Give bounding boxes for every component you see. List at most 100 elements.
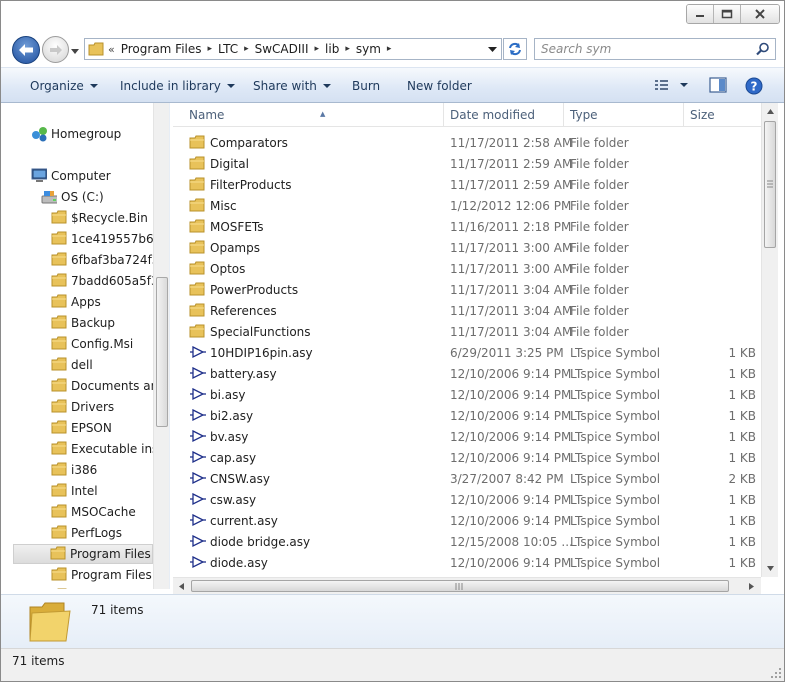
table-row[interactable]: battery.asy 12/10/2006 9:14 PM LTspice Sym…: [173, 364, 761, 385]
include-in-library-menu[interactable]: Include in library: [120, 79, 235, 93]
hscroll-thumb[interactable]: [191, 580, 729, 592]
nav-folder-item[interactable]: Program Files (: [51, 565, 160, 585]
share-with-menu[interactable]: Share with: [253, 79, 331, 93]
nav-folder-item[interactable]: i386: [51, 460, 97, 480]
minimize-button[interactable]: [687, 5, 714, 23]
breadcrumb-separator-icon[interactable]: ▸: [345, 44, 350, 54]
table-row[interactable]: Comparators 11/17/2011 2:58 AM File folder: [173, 133, 761, 154]
table-row[interactable]: 10HDIP16pin.asy 6/29/2011 3:25 PM LTspice …: [173, 343, 761, 364]
breadcrumb-separator-icon[interactable]: ▸: [315, 44, 320, 54]
breadcrumb-overflow[interactable]: «: [108, 43, 115, 56]
breadcrumb-sym[interactable]: sym: [356, 42, 381, 56]
scroll-left-button[interactable]: [173, 578, 190, 594]
file-size: 1 KB: [728, 409, 756, 423]
table-row[interactable]: Digital 11/17/2011 2:59 AM File folder: [173, 154, 761, 175]
table-row[interactable]: bi2.asy 12/10/2006 9:14 PM LTspice Symbol 1…: [173, 406, 761, 427]
nav-drive-c[interactable]: OS (C:): [41, 187, 104, 207]
table-row[interactable]: current.asy 12/10/2006 9:14 PM LTspice Sym…: [173, 511, 761, 532]
organize-menu[interactable]: Organize: [30, 79, 98, 93]
nav-folder-item[interactable]: EPSON: [51, 418, 112, 438]
nav-folder-item[interactable]: Backup: [51, 313, 115, 333]
nav-folder-item[interactable]: Config.Msi: [51, 334, 133, 354]
file-type: File folder: [570, 136, 629, 150]
search-input[interactable]: [535, 39, 745, 59]
breadcrumb-ltc[interactable]: LTC: [218, 42, 238, 56]
table-row[interactable]: SpecialFunctions 11/17/2011 3:04 AM File f…: [173, 322, 761, 343]
nav-folder-item[interactable]: ProgramData: [51, 586, 150, 589]
column-header-date[interactable]: Date modified: [444, 103, 564, 127]
table-row[interactable]: PowerProducts 11/17/2011 3:04 AM File fold…: [173, 280, 761, 301]
burn-button[interactable]: Burn: [352, 79, 380, 93]
table-row[interactable]: diode bridge.asy 12/15/2008 10:05 ... LTsp…: [173, 532, 761, 553]
folder-icon: [51, 315, 67, 329]
table-row[interactable]: Misc 1/12/2012 12:06 PM File folder: [173, 196, 761, 217]
nav-folder-item[interactable]: Documents and: [51, 376, 166, 396]
nav-homegroup[interactable]: Homegroup: [31, 124, 121, 144]
nav-computer-label: Computer: [51, 169, 111, 183]
breadcrumb-separator-icon[interactable]: ▸: [208, 44, 213, 54]
breadcrumb-program-files[interactable]: Program Files: [121, 42, 202, 56]
search-icon[interactable]: [756, 42, 770, 56]
table-row[interactable]: MOSFETs 11/16/2011 2:18 PM File folder: [173, 217, 761, 238]
nav-folder-item[interactable]: Drivers: [51, 397, 114, 417]
file-name: Opamps: [210, 241, 260, 255]
nav-folder-item[interactable]: Intel: [51, 481, 98, 501]
nav-folder-item[interactable]: dell: [51, 355, 93, 375]
vscroll-thumb[interactable]: [764, 121, 776, 248]
maximize-button[interactable]: [714, 5, 741, 23]
new-folder-button[interactable]: New folder: [407, 79, 472, 93]
close-button[interactable]: [741, 5, 779, 23]
nav-folder-label: MSOCache: [71, 505, 136, 519]
nav-folder-item[interactable]: 1ce419557b6ac: [51, 229, 168, 249]
nav-scrollbar-thumb[interactable]: [156, 277, 168, 427]
nav-folder-label: i386: [71, 463, 98, 477]
table-row[interactable]: cap.asy 12/10/2006 9:14 PM LTspice Symbol 1…: [173, 448, 761, 469]
nav-folder-item[interactable]: $Recycle.Bin: [51, 208, 148, 228]
folder-icon: [189, 198, 205, 212]
address-bar[interactable]: « Program Files ▸ LTC ▸ SwCADIII ▸ lib ▸…: [84, 38, 502, 60]
nav-folder-item[interactable]: 7badd605a5f34: [51, 271, 166, 291]
table-row[interactable]: bi.asy 12/10/2006 9:14 PM LTspice Symbol 1 …: [173, 385, 761, 406]
back-button[interactable]: [12, 36, 40, 64]
address-dropdown-icon[interactable]: [488, 44, 497, 54]
column-header-type[interactable]: Type: [564, 103, 684, 127]
nav-folder-label: dell: [71, 358, 93, 372]
breadcrumb-separator-icon[interactable]: ▸: [244, 44, 249, 54]
preview-pane-button[interactable]: [709, 77, 727, 97]
search-box[interactable]: [534, 38, 776, 60]
change-view-button[interactable]: [654, 79, 690, 96]
nav-computer[interactable]: Computer: [31, 166, 111, 186]
help-button[interactable]: ?: [745, 77, 763, 98]
nav-scrollbar[interactable]: [153, 103, 169, 589]
table-row[interactable]: bv.asy 12/10/2006 9:14 PM LTspice Symbol 1 …: [173, 427, 761, 448]
breadcrumb-lib[interactable]: lib: [325, 42, 339, 56]
file-list-hscrollbar[interactable]: [173, 577, 761, 594]
file-list-vscrollbar[interactable]: [761, 103, 778, 577]
nav-folder-item[interactable]: 6fbaf3ba724f31: [51, 250, 167, 270]
table-row[interactable]: References 11/17/2011 3:04 AM File folder: [173, 301, 761, 322]
forward-button[interactable]: [42, 36, 69, 63]
refresh-button[interactable]: [503, 38, 527, 60]
table-row[interactable]: diode.asy 12/10/2006 9:14 PM LTspice Symbo…: [173, 553, 761, 574]
table-row[interactable]: FilterProducts 11/17/2011 2:59 AM File fol…: [173, 175, 761, 196]
table-row[interactable]: csw.asy 12/10/2006 9:14 PM LTspice Symbol 1…: [173, 490, 761, 511]
scroll-up-button[interactable]: [762, 103, 778, 120]
nav-folder-item[interactable]: MSOCache: [51, 502, 136, 522]
file-name: Optos: [210, 262, 246, 276]
nav-folder-item[interactable]: Program Files: [13, 544, 153, 564]
table-row[interactable]: Opamps 11/17/2011 3:00 AM File folder: [173, 238, 761, 259]
column-header-size[interactable]: Size: [684, 103, 761, 127]
nav-folder-item[interactable]: PerfLogs: [51, 523, 122, 543]
table-row[interactable]: Optos 11/17/2011 3:00 AM File folder: [173, 259, 761, 280]
recent-pages-button[interactable]: [70, 46, 80, 56]
breadcrumb-swcadiii[interactable]: SwCADIII: [255, 42, 309, 56]
scroll-down-button[interactable]: [762, 560, 778, 577]
breadcrumb-separator-icon[interactable]: ▸: [387, 44, 392, 54]
resize-grip-icon[interactable]: [770, 667, 782, 679]
nav-folder-item[interactable]: Apps: [51, 292, 101, 312]
table-row[interactable]: CNSW.asy 3/27/2007 8:42 PM LTspice Symbol 2…: [173, 469, 761, 490]
column-header-name[interactable]: Name ▲: [183, 103, 444, 127]
nav-folder-item[interactable]: Executable inst: [51, 439, 163, 459]
scroll-right-button[interactable]: [743, 578, 760, 594]
chevron-down-icon: [322, 84, 331, 88]
